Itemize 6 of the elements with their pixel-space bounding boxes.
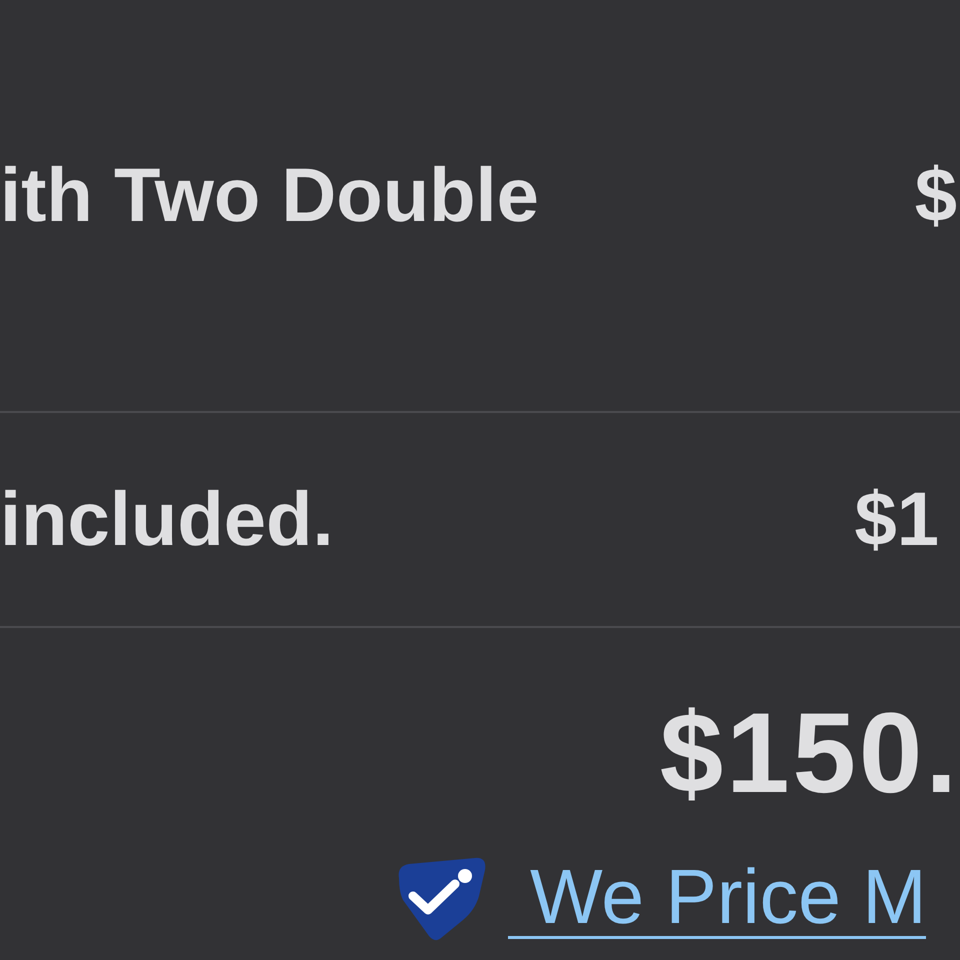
total-price: $150. (660, 697, 960, 811)
item-price: $ (914, 158, 957, 234)
price-match-link[interactable]: We Price M (508, 859, 926, 939)
item-title: included. (0, 482, 334, 558)
item-title: ith Two Double (0, 158, 539, 234)
item-price: $1 (854, 482, 939, 558)
